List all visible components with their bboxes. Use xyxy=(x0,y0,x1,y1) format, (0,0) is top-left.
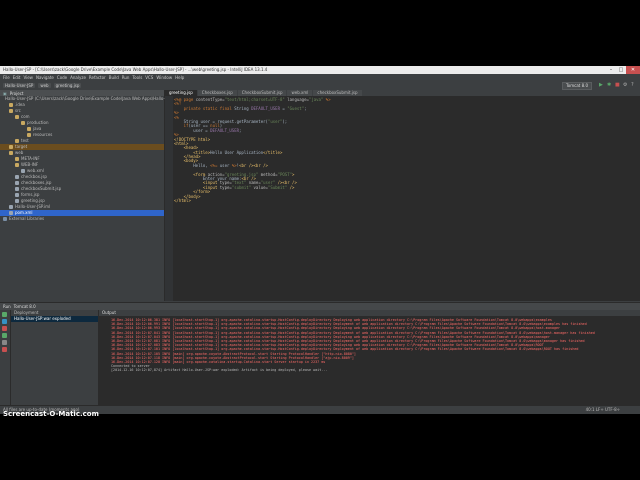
deployment-item[interactable]: Hallo-User-JSP:war exploded xyxy=(11,316,98,322)
file-icon xyxy=(15,199,19,203)
tree-item-label: External Libraries xyxy=(9,216,45,221)
editor-tab[interactable]: Checkboxes.jsp xyxy=(197,90,237,96)
stop-icon[interactable] xyxy=(2,326,7,331)
file-icon xyxy=(15,175,19,179)
project-tree: Hallo-User-JSP (C:\Users\zack\Google Dri… xyxy=(0,96,183,222)
folder-icon xyxy=(9,145,13,149)
folder-icon xyxy=(21,121,25,125)
toolbar-icons: ▶ ✱ ■ ⚙ ? xyxy=(599,82,636,88)
debug-icon[interactable]: ✱ xyxy=(607,82,612,88)
folder-icon xyxy=(9,151,13,155)
menu-vcs[interactable]: VCS xyxy=(145,74,153,81)
folder-icon xyxy=(15,139,19,143)
run-panel: Run Tomcat 8.0 Deployment Hallo-User-JSP… xyxy=(0,302,640,406)
cursor-position[interactable]: 40:1 LF÷ UTF-8÷ xyxy=(586,407,620,412)
folder-icon xyxy=(9,109,13,113)
output-header: Output xyxy=(99,310,640,316)
project-panel: ▣ Project Hallo-User-JSP (C:\Users\zack\… xyxy=(0,90,183,301)
menu-navigate[interactable]: Navigate xyxy=(36,74,54,81)
rerun-icon[interactable] xyxy=(2,312,7,317)
file-icon xyxy=(15,193,19,197)
deploy-icon[interactable] xyxy=(2,333,7,338)
editor-tab[interactable]: CheckboxSubmit.jsp xyxy=(237,90,287,96)
watermark: Screencast-O-Matic.com xyxy=(3,410,99,418)
run-side-toolbar xyxy=(0,310,11,406)
ide-window: Hallo-User-JSP - [C:\Users\zack\Google D… xyxy=(0,66,640,414)
menu-bar: File Edit View Navigate Code Analyze Refactor B… xyxy=(0,74,640,81)
file-icon xyxy=(15,187,19,191)
close-icon[interactable]: ✕ xyxy=(626,66,640,74)
menu-window[interactable]: Window xyxy=(156,74,172,81)
title-bar: Hallo-User-JSP - [C:\Users\zack\Google D… xyxy=(0,66,640,74)
menu-help[interactable]: Help xyxy=(175,74,184,81)
close-run-icon[interactable] xyxy=(2,347,7,352)
console-output[interactable]: 16-Dec-2014 10:12:06.381 INFO [localhost… xyxy=(111,318,639,372)
update-icon[interactable] xyxy=(2,319,7,324)
breadcrumb-item[interactable]: greeting.jsp xyxy=(53,83,82,88)
menu-run[interactable]: Run xyxy=(122,74,130,81)
run-config-select[interactable]: Tomcat 8.0 xyxy=(562,82,592,90)
breadcrumb-item[interactable]: Hallo-User-JSP xyxy=(3,83,36,88)
menu-refactor[interactable]: Refactor xyxy=(89,74,106,81)
help-icon[interactable]: ? xyxy=(631,82,636,88)
folder-icon xyxy=(15,115,19,119)
file-icon xyxy=(9,205,13,209)
editor-gutter xyxy=(165,96,173,301)
window-title: Hallo-User-JSP - [C:\Users\zack\Google D… xyxy=(3,67,268,72)
deployment-pane: Deployment Hallo-User-JSP:war exploded xyxy=(11,310,99,406)
console-line: 16-Dec-2014 10:12:07.101 INFO [localhost… xyxy=(111,347,579,352)
file-icon xyxy=(21,169,25,173)
folder-icon xyxy=(15,157,19,161)
project-panel-title: Project xyxy=(9,90,24,96)
run-config-label: Tomcat 8.0 xyxy=(13,304,36,309)
code-area[interactable]: <%@ page contentType="text/html;charset=… xyxy=(174,97,640,203)
minimize-icon[interactable]: – xyxy=(606,66,616,74)
library-icon xyxy=(3,217,7,221)
folder-icon xyxy=(15,163,19,167)
tree-item-label: src xyxy=(15,108,21,113)
pin-icon[interactable] xyxy=(2,340,7,345)
tree-item[interactable]: External Libraries xyxy=(0,216,164,222)
file-icon xyxy=(9,211,13,215)
menu-tools[interactable]: Tools xyxy=(132,74,142,81)
console-line: 16-Dec-2014 10:12:06.993 INFO [localhost… xyxy=(111,326,561,331)
output-pane: Output 16-Dec-2014 10:12:06.381 INFO [lo… xyxy=(99,310,640,406)
tree-item-label: resources xyxy=(33,132,53,137)
editor-tab[interactable]: checkboxSubmit.jsp xyxy=(313,90,362,96)
menu-edit[interactable]: Edit xyxy=(13,74,21,81)
folder-icon xyxy=(27,133,31,137)
console-line: [2014-12-16 10:12:07,874] Artifact Hallo… xyxy=(111,368,328,373)
run-tab[interactable]: Run xyxy=(3,304,11,309)
code-editor: greeting.jsp Checkboxes.jsp CheckboxSubmit… xyxy=(165,90,640,301)
menu-code[interactable]: Code xyxy=(57,74,67,81)
menu-view[interactable]: View xyxy=(23,74,33,81)
maximize-icon[interactable]: □ xyxy=(616,66,626,74)
window-controls: – □ ✕ xyxy=(606,66,640,74)
breadcrumb: Hallo-User-JSP web greeting.jsp xyxy=(3,83,82,88)
editor-tabs: greeting.jsp Checkboxes.jsp CheckboxSubmit… xyxy=(165,90,640,96)
menu-file[interactable]: File xyxy=(3,74,10,81)
settings-icon[interactable]: ⚙ xyxy=(623,82,628,88)
breadcrumb-item[interactable]: web xyxy=(38,83,51,88)
stop-icon[interactable]: ■ xyxy=(615,82,620,88)
tree-item-label: Hallo-User-JSP (C:\Users\zack\Google Dri… xyxy=(5,96,184,101)
run-panel-header: Run Tomcat 8.0 xyxy=(0,303,640,310)
folder-icon xyxy=(9,103,13,107)
menu-analyze[interactable]: Analyze xyxy=(70,74,86,81)
menu-build[interactable]: Build xyxy=(109,74,119,81)
file-icon xyxy=(15,181,19,185)
run-icon[interactable]: ▶ xyxy=(599,82,604,88)
editor-tab[interactable]: web.xml xyxy=(287,90,313,96)
folder-icon xyxy=(27,127,31,131)
project-icon: ▣ xyxy=(3,90,7,96)
code-line: </html> xyxy=(174,197,191,203)
